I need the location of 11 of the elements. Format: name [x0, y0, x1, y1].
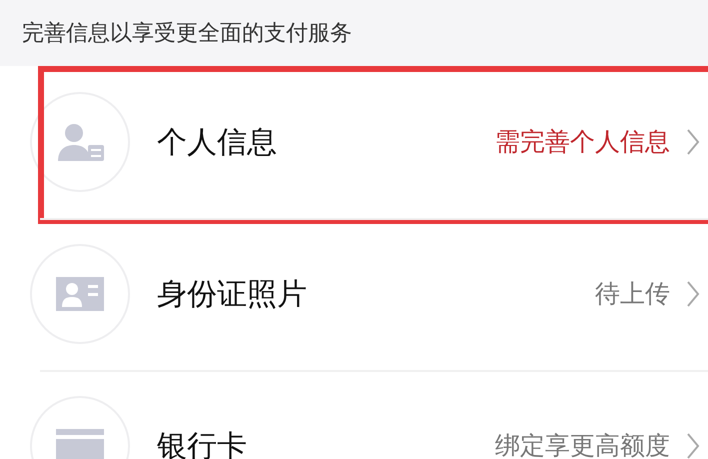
row-title: 个人信息	[157, 124, 277, 162]
chevron-right-icon	[686, 432, 700, 459]
row-status: 绑定享更高额度	[495, 430, 670, 459]
list-row[interactable]: 身份证照片 待上传	[0, 218, 708, 370]
row-status: 需完善个人信息	[495, 126, 670, 158]
chevron-right-icon	[686, 280, 700, 308]
row-status: 待上传	[595, 278, 670, 310]
chevron-right-icon	[686, 128, 700, 156]
list-row[interactable]: 个人信息 需完善个人信息	[0, 66, 708, 218]
header-text: 完善信息以享受更全面的支付服务	[22, 20, 352, 48]
row-title: 身份证照片	[157, 276, 307, 314]
